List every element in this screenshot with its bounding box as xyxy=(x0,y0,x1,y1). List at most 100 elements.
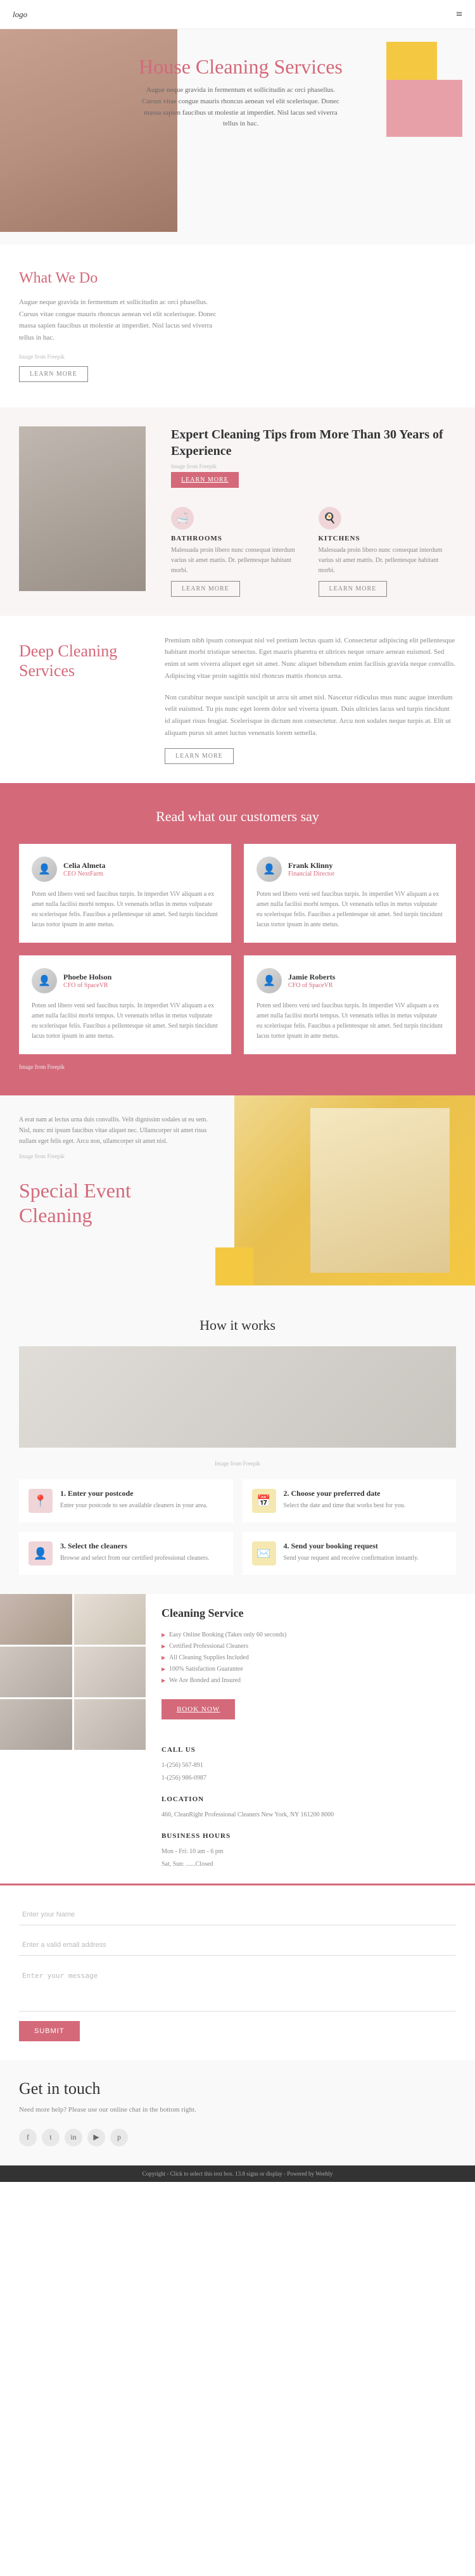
gallery-cell-5 xyxy=(74,1699,146,1750)
testimonial-role-0: CEO NextFarm xyxy=(63,870,105,877)
business-hours-label: BUSINESS HOURS xyxy=(162,1829,459,1843)
hero-accent-pink xyxy=(386,80,462,137)
expert-credit: Image from Freepik xyxy=(171,463,456,469)
kitchens-label: KITCHENS xyxy=(319,535,457,542)
get-in-touch-section: Get in touch Need more help? Please use … xyxy=(0,2060,475,2165)
bathrooms-icon: 🛁 xyxy=(171,507,194,530)
testimonial-0: 👤 Celia Almeta CEO NextFarm Poten sed li… xyxy=(19,844,231,943)
special-event-title: Special Event Cleaning xyxy=(19,1178,209,1227)
twitter-icon[interactable]: t xyxy=(42,2129,60,2146)
book-now-button[interactable]: BOOK NOW xyxy=(162,1699,235,1719)
feature-0: Easy Online Booking (Takes only 60 secon… xyxy=(162,1629,459,1641)
location-label: LOCATION xyxy=(162,1792,459,1806)
kitchens-learn-more[interactable]: LEARN MORE xyxy=(319,581,388,597)
step-2-number: 3. Select the cleaners xyxy=(60,1541,209,1551)
submit-button[interactable]: SUBMIT xyxy=(19,2021,80,2041)
bathrooms-learn-more[interactable]: LEARN MORE xyxy=(171,581,240,597)
phone-2: 1-(256) 986-0987 xyxy=(162,1772,459,1785)
logo: logo xyxy=(13,10,27,20)
testimonial-text-2: Poten sed libero veni sed faucibus turpi… xyxy=(32,1001,218,1042)
hero-section: House Cleaning Services Augue neque grav… xyxy=(0,29,475,245)
gallery-cell-2 xyxy=(0,1647,72,1697)
deep-cleaning-section: Deep Cleaning Services Premium nibh ipsu… xyxy=(0,616,475,784)
step-3-icon: ✉️ xyxy=(252,1541,276,1565)
cleaning-features-list: Easy Online Booking (Takes only 60 secon… xyxy=(162,1629,459,1687)
avatar-2: 👤 xyxy=(32,968,57,993)
step-1-number: 2. Choose your preferred date xyxy=(284,1489,406,1498)
cleaning-service-section: Cleaning Service Easy Online Booking (Ta… xyxy=(0,1594,475,1884)
testimonial-name-3: Jamie Roberts xyxy=(288,972,335,982)
expert-section: Expert Cleaning Tips from More Than 30 Y… xyxy=(0,407,475,616)
step-0-text: Enter your postcode to see available cle… xyxy=(60,1501,208,1510)
gallery-cell-3 xyxy=(74,1647,146,1697)
testimonials-credit: Image from Freepik xyxy=(19,1064,456,1070)
step-2-text: Browse and select from our certified pro… xyxy=(60,1553,209,1563)
gallery-grid xyxy=(0,1594,146,1750)
pinterest-icon[interactable]: p xyxy=(110,2129,128,2146)
special-accent-yellow xyxy=(215,1247,253,1285)
expert-title: Expert Cleaning Tips from More Than 30 Y… xyxy=(171,426,456,459)
deep-cleaning-learn-more[interactable]: LEARN MORE xyxy=(165,748,234,764)
cleaning-service-title: Cleaning Service xyxy=(162,1607,459,1620)
hours-2: Sat, Sun: ......Closed xyxy=(162,1858,459,1871)
footer: Copyright - Click to select this text bo… xyxy=(0,2165,475,2182)
what-we-do-body: Augue neque gravida in fermentum et soll… xyxy=(19,296,222,344)
avatar-0: 👤 xyxy=(32,857,57,882)
what-we-do-section: What We Do Augue neque gravida in fermen… xyxy=(0,245,475,407)
testimonial-text-3: Poten sed libero veni sed faucibus turpi… xyxy=(256,1001,443,1042)
linkedin-icon[interactable]: in xyxy=(65,2129,82,2146)
special-event-image xyxy=(234,1095,475,1285)
step-3: ✉️ 4. Send your booking request Send you… xyxy=(243,1532,457,1575)
step-1-text: Select the date and time that works best… xyxy=(284,1501,406,1510)
testimonial-header-1: 👤 Frank Klinny Financial Director xyxy=(256,857,443,882)
message-input[interactable] xyxy=(19,1965,456,2012)
facebook-icon[interactable]: f xyxy=(19,2129,37,2146)
feature-1: Certified Professional Cleaners xyxy=(162,1641,459,1652)
testimonial-header-3: 👤 Jamie Roberts CFO of SpaceVR xyxy=(256,968,443,993)
expert-content: Expert Cleaning Tips from More Than 30 Y… xyxy=(171,426,456,597)
email-input[interactable] xyxy=(19,1935,456,1956)
youtube-icon[interactable]: ▶ xyxy=(87,2129,105,2146)
tips-grid: 🛁 BATHROOMS Malesuada proin libero nunc … xyxy=(171,507,456,597)
step-0-icon: 📍 xyxy=(28,1489,53,1513)
how-it-works-section: How it works Image from Freepik 📍 1. Ent… xyxy=(0,1298,475,1594)
special-event-credit: Image from Freepik xyxy=(19,1153,209,1159)
testimonial-role-1: Financial Director xyxy=(288,870,334,877)
avatar-1: 👤 xyxy=(256,857,282,882)
hours-1: Mon - Fri: 10 am - 6 pm xyxy=(162,1846,459,1858)
hero-title: House Cleaning Services xyxy=(127,54,355,79)
contact-details: CALL US 1-(256) 567-891 1-(256) 986-0987… xyxy=(162,1743,459,1871)
testimonial-text-0: Poten sed libero veni sed faucibus turpi… xyxy=(32,889,218,930)
testimonial-2: 👤 Phoebe Holson CFO of SpaceVR Poten sed… xyxy=(19,955,231,1054)
step-1-icon: 📅 xyxy=(252,1489,276,1513)
get-in-touch-subtitle: Need more help? Please use our online ch… xyxy=(19,2105,456,2116)
deep-cleaning-heading: Deep Cleaning Services xyxy=(19,641,146,680)
footer-text: Copyright - Click to select this text bo… xyxy=(142,2171,333,2177)
testimonial-header-0: 👤 Celia Almeta CEO NextFarm xyxy=(32,857,218,882)
contact-form-section: SUBMIT xyxy=(0,1884,475,2060)
testimonials-section: Read what our customers say 👤 Celia Alme… xyxy=(0,783,475,1095)
testimonials-grid: 👤 Celia Almeta CEO NextFarm Poten sed li… xyxy=(19,844,456,1054)
step-3-text: Send your request and receive confirmati… xyxy=(284,1553,419,1563)
step-3-number: 4. Send your booking request xyxy=(284,1541,419,1551)
testimonial-name-2: Phoebe Holson xyxy=(63,972,111,982)
what-we-do-learn-more[interactable]: LEARN MORE xyxy=(19,366,88,382)
gallery-cell-1 xyxy=(74,1594,146,1645)
deep-cleaning-heading-container: Deep Cleaning Services xyxy=(19,635,146,765)
menu-icon[interactable]: ≡ xyxy=(456,8,462,21)
feature-4: We Are Bonded and Insured xyxy=(162,1675,459,1687)
testimonial-role-2: CFO of SpaceVR xyxy=(63,982,111,989)
how-it-works-image xyxy=(19,1346,456,1448)
testimonial-name-0: Celia Almeta xyxy=(63,861,105,870)
kitchens-text: Malesuada proin libero nunc consequat in… xyxy=(319,545,457,576)
name-input[interactable] xyxy=(19,1904,456,1925)
what-we-do-credit: Image from Freepik xyxy=(19,354,456,360)
special-event-small-text: A erat nam at lectus urna duis convallis… xyxy=(19,1114,209,1147)
avatar-3: 👤 xyxy=(256,968,282,993)
bathrooms-label: BATHROOMS xyxy=(171,535,309,542)
expert-learn-more-button[interactable]: LEARN MORE xyxy=(171,472,239,488)
testimonial-role-3: CFO of SpaceVR xyxy=(288,982,335,989)
feature-2: All Cleaning Supplies Included xyxy=(162,1652,459,1664)
address: 460, CleanRight Professional Cleaners Ne… xyxy=(162,1809,459,1821)
deep-cleaning-text2: Non curabitur neque suscipit suscipit ut… xyxy=(165,692,456,739)
